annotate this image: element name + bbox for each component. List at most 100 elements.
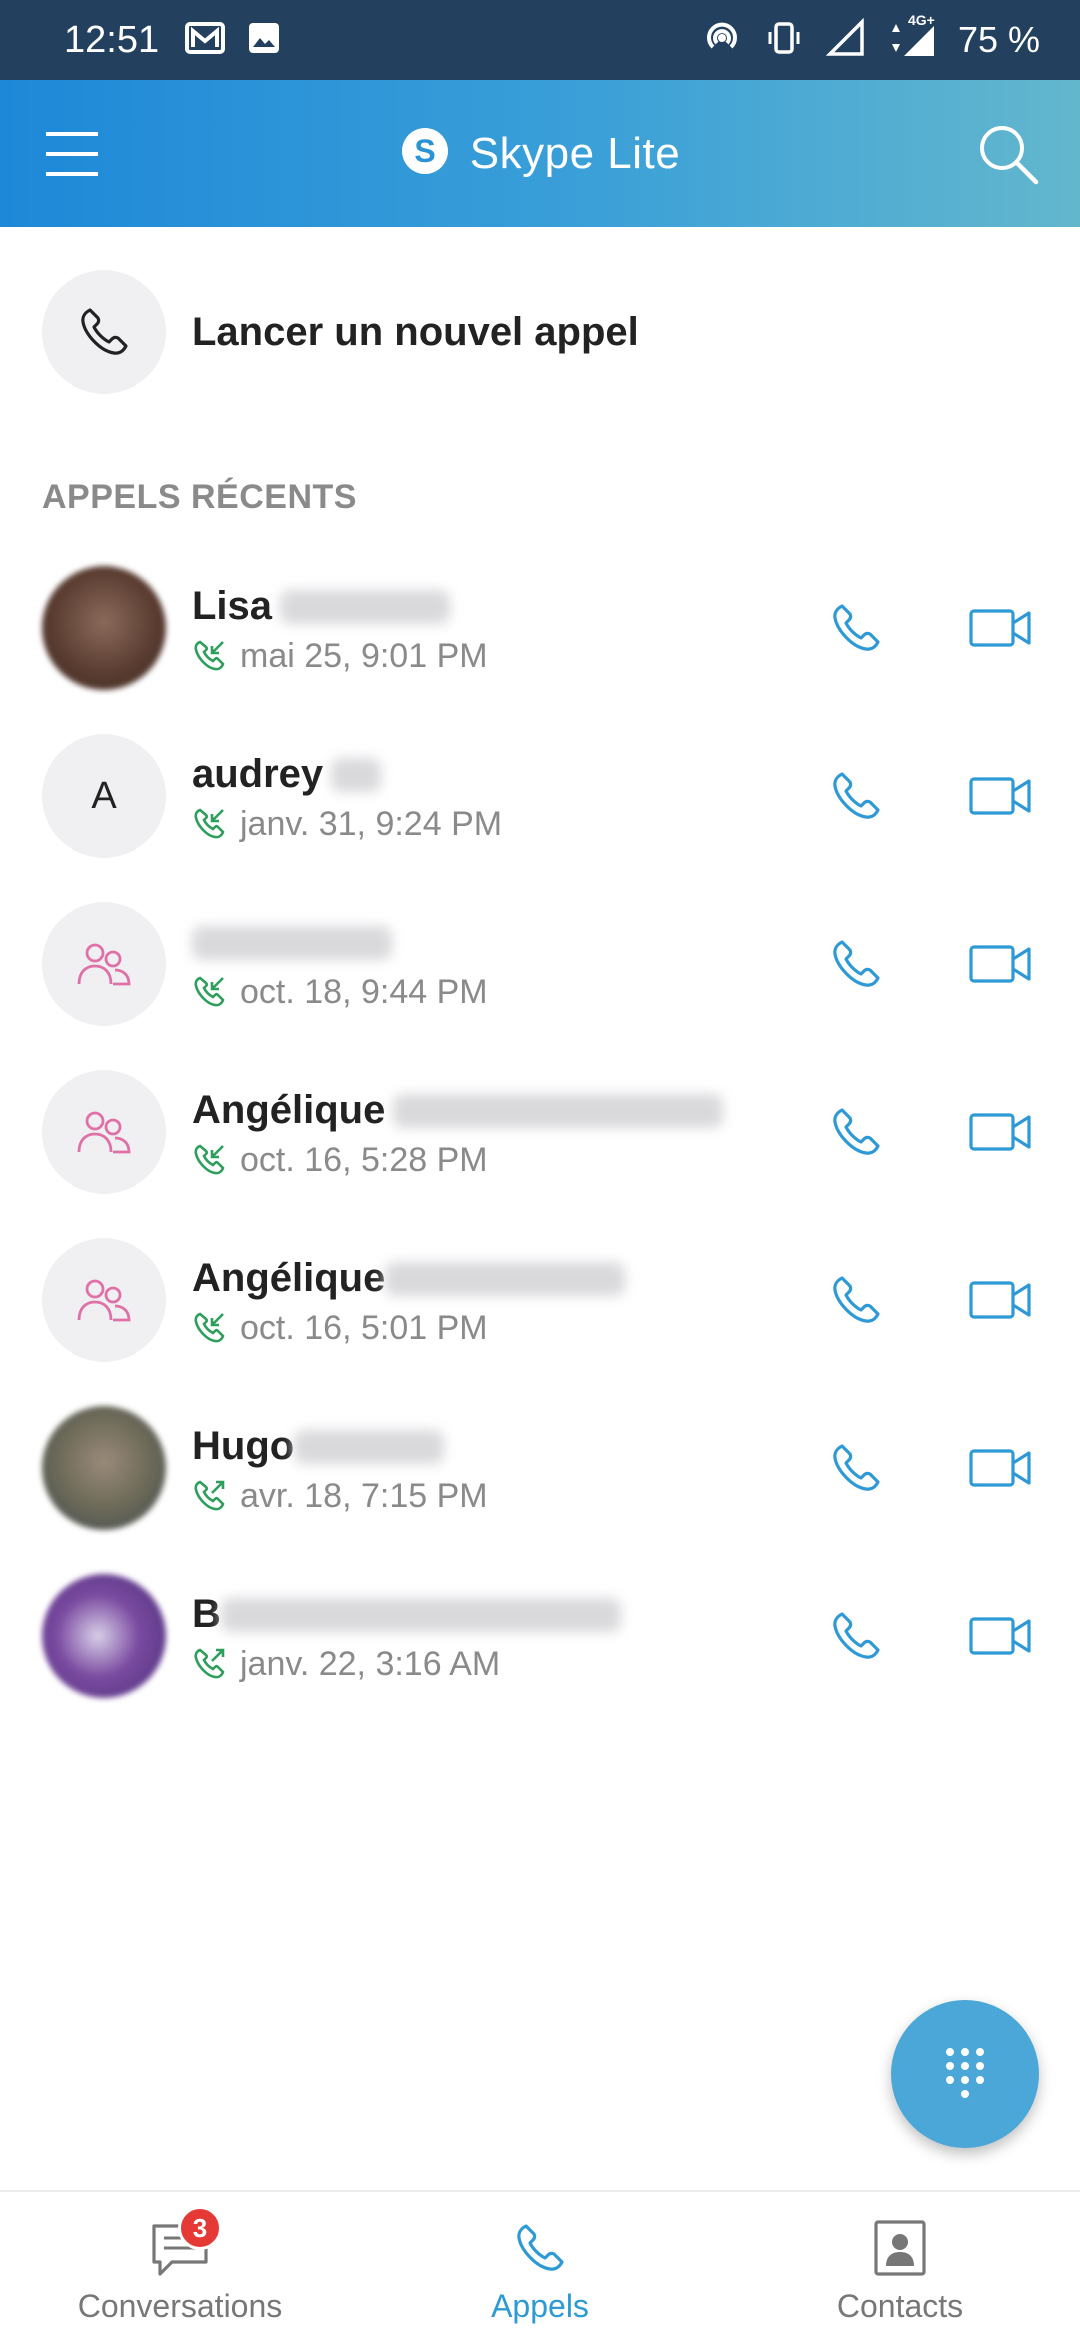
incoming-call-icon bbox=[194, 808, 225, 839]
phone-icon bbox=[81, 308, 128, 355]
video-call-button[interactable] bbox=[964, 1260, 1036, 1340]
group-icon bbox=[77, 1111, 131, 1154]
phone-icon bbox=[517, 2224, 564, 2271]
video-call-button[interactable] bbox=[964, 588, 1036, 668]
signal-4g-icon: 4G+ bbox=[888, 12, 936, 63]
call-date: janv. 31, 9:24 PM bbox=[240, 804, 503, 843]
unread-badge: 3 bbox=[178, 2206, 222, 2250]
svg-text:S: S bbox=[414, 133, 435, 169]
contacts-icon bbox=[874, 2220, 926, 2276]
contact-name: B bbox=[192, 1592, 221, 1636]
menu-button[interactable] bbox=[44, 124, 104, 184]
audio-call-button[interactable] bbox=[820, 1092, 892, 1172]
phone-icon bbox=[833, 1444, 880, 1491]
tab-label: Appels bbox=[491, 2288, 589, 2324]
new-call-icon-circle bbox=[42, 270, 166, 394]
skype-logo-icon: S bbox=[400, 126, 450, 181]
video-camera-icon bbox=[969, 1113, 1031, 1151]
call-date: oct. 16, 5:28 PM bbox=[240, 1140, 488, 1179]
call-row[interactable]: A audrey janv. 31, 9:24 PM bbox=[0, 726, 1080, 866]
gmail-icon bbox=[185, 21, 226, 60]
incoming-call-icon bbox=[194, 640, 225, 671]
video-camera-icon bbox=[969, 1617, 1031, 1655]
contact-name: Angélique bbox=[192, 1088, 386, 1132]
avatar bbox=[42, 1406, 166, 1530]
contact-name: Hugo bbox=[192, 1424, 295, 1468]
call-date: janv. 22, 3:16 AM bbox=[240, 1644, 501, 1683]
avatar: A bbox=[42, 734, 166, 858]
tab-calls[interactable]: Appels bbox=[360, 2192, 720, 2340]
redacted-name bbox=[393, 1093, 724, 1128]
new-call-label: Lancer un nouvel appel bbox=[192, 309, 639, 354]
incoming-call-icon bbox=[194, 1144, 225, 1175]
avatar bbox=[42, 1070, 166, 1194]
video-camera-icon bbox=[969, 1281, 1031, 1319]
battery-level: 75 % bbox=[957, 19, 1040, 60]
image-icon bbox=[247, 21, 281, 60]
video-call-button[interactable] bbox=[964, 1428, 1036, 1508]
dialpad-icon bbox=[946, 2048, 984, 2098]
redacted-name bbox=[280, 589, 451, 624]
tab-conversations[interactable]: 3 Conversations bbox=[0, 2192, 360, 2340]
call-row[interactable]: B janv. 22, 3:16 AM bbox=[0, 1566, 1080, 1706]
tab-label: Contacts bbox=[836, 2288, 964, 2324]
redacted-name bbox=[385, 1261, 626, 1296]
redacted-name bbox=[192, 925, 392, 960]
video-camera-icon bbox=[969, 609, 1031, 647]
call-date: mai 25, 9:01 PM bbox=[240, 636, 488, 675]
phone-icon bbox=[833, 1276, 880, 1323]
call-row[interactable]: Hugo avr. 18, 7:15 PM bbox=[0, 1398, 1080, 1538]
vibrate-icon bbox=[764, 18, 804, 63]
video-camera-icon bbox=[969, 945, 1031, 983]
signal-icon bbox=[825, 17, 866, 63]
recent-calls-heading: APPELS RÉCENTS bbox=[42, 478, 357, 516]
video-call-button[interactable] bbox=[964, 1092, 1036, 1172]
search-button[interactable] bbox=[976, 122, 1040, 186]
video-camera-icon bbox=[969, 1449, 1031, 1487]
call-row[interactable]: Lisa mai 25, 9:01 PM bbox=[0, 558, 1080, 698]
avatar-initial: A bbox=[91, 774, 117, 817]
phone-icon bbox=[833, 1108, 880, 1155]
network-type-label: 4G+ bbox=[907, 11, 935, 28]
call-row[interactable]: Angélique oct. 16, 5:28 PM bbox=[0, 1062, 1080, 1202]
redacted-name bbox=[294, 1429, 445, 1464]
contact-name: audrey bbox=[192, 752, 324, 796]
audio-call-button[interactable] bbox=[820, 756, 892, 836]
video-call-button[interactable] bbox=[964, 756, 1036, 836]
call-date: oct. 18, 9:44 PM bbox=[240, 972, 488, 1011]
hotspot-icon bbox=[702, 18, 742, 63]
status-bar: 12:51 4G+ 75 % bbox=[0, 0, 1080, 80]
phone-icon bbox=[833, 1612, 880, 1659]
redacted-name bbox=[331, 757, 382, 792]
video-call-button[interactable] bbox=[964, 924, 1036, 1004]
video-call-button[interactable] bbox=[964, 1596, 1036, 1676]
tab-contacts[interactable]: Contacts bbox=[720, 2192, 1080, 2340]
app-title: Skype Lite bbox=[469, 128, 681, 178]
incoming-call-icon bbox=[194, 976, 225, 1007]
call-date: oct. 16, 5:01 PM bbox=[240, 1308, 488, 1347]
incoming-call-icon bbox=[194, 1312, 225, 1343]
audio-call-button[interactable] bbox=[820, 1596, 892, 1676]
phone-icon bbox=[833, 604, 880, 651]
video-camera-icon bbox=[969, 777, 1031, 815]
search-icon bbox=[980, 126, 1039, 185]
audio-call-button[interactable] bbox=[820, 924, 892, 1004]
redacted-name bbox=[220, 1597, 621, 1632]
dialpad-button[interactable] bbox=[891, 2000, 1039, 2148]
new-call-button[interactable]: Lancer un nouvel appel bbox=[42, 270, 1042, 394]
avatar bbox=[42, 1238, 166, 1362]
audio-call-button[interactable] bbox=[820, 1260, 892, 1340]
group-icon bbox=[77, 1279, 131, 1322]
outgoing-call-icon bbox=[194, 1480, 225, 1511]
call-row[interactable]: oct. 18, 9:44 PM bbox=[0, 894, 1080, 1034]
call-date: avr. 18, 7:15 PM bbox=[240, 1476, 488, 1515]
audio-call-button[interactable] bbox=[820, 1428, 892, 1508]
status-time: 12:51 bbox=[64, 18, 160, 61]
call-row[interactable]: Angélique oct. 16, 5:01 PM bbox=[0, 1230, 1080, 1370]
avatar bbox=[42, 902, 166, 1026]
audio-call-button[interactable] bbox=[820, 588, 892, 668]
hamburger-icon bbox=[46, 132, 98, 176]
avatar bbox=[42, 566, 166, 690]
outgoing-call-icon bbox=[194, 1648, 225, 1679]
avatar bbox=[42, 1574, 166, 1698]
